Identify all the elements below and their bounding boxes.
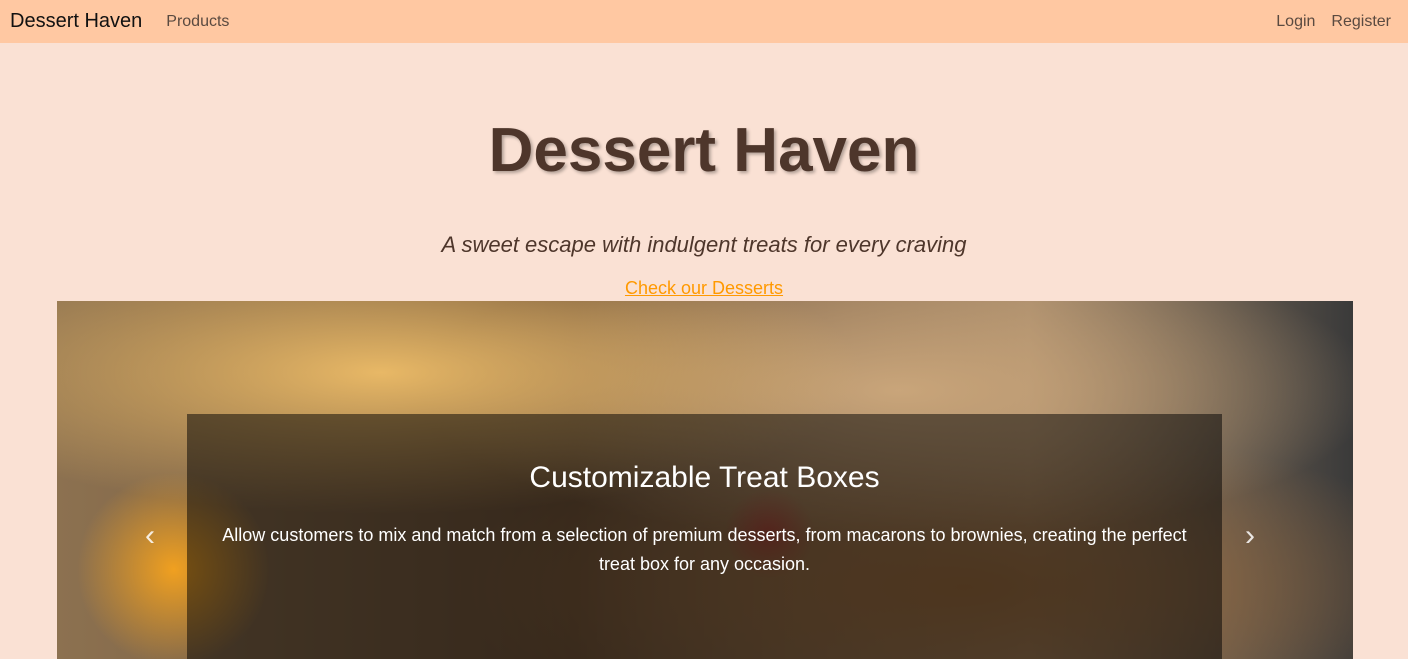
hero-title: Dessert Haven (488, 116, 920, 185)
nav-right: Login Register (1276, 0, 1391, 43)
carousel-caption: Customizable Treat Boxes Allow customers… (187, 414, 1222, 659)
carousel: Customizable Treat Boxes Allow customers… (57, 301, 1353, 659)
nav-register[interactable]: Register (1331, 13, 1391, 31)
chevron-right-icon[interactable]: › (1245, 519, 1255, 553)
chevron-left-icon[interactable]: ‹ (145, 519, 155, 553)
caption-text: Allow customers to mix and match from a … (222, 525, 1187, 574)
hero: Dessert Haven A sweet escape with indulg… (0, 116, 1408, 299)
navbar: Dessert Haven Products Login Register (0, 0, 1408, 43)
brand-link[interactable]: Dessert Haven (10, 10, 142, 33)
check-desserts-link[interactable]: Check our Desserts (625, 278, 783, 299)
caption-title: Customizable Treat Boxes (529, 461, 880, 494)
hero-subtitle: A sweet escape with indulgent treats for… (441, 232, 967, 257)
nav-login[interactable]: Login (1276, 13, 1315, 31)
nav-products[interactable]: Products (166, 13, 229, 31)
